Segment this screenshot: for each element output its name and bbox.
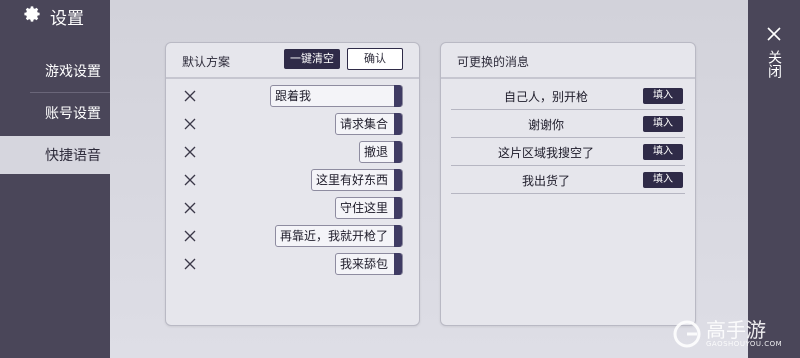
watermark-text: 高手游 [706, 318, 766, 342]
slot-pill[interactable]: 再靠近，我就开枪了 [274, 225, 403, 247]
remove-icon[interactable] [182, 200, 198, 216]
default-scheme-panel: 默认方案 一键清空 确认 跟着我 请求集合 撤退 这里有好东西 守住这里 再靠近… [165, 42, 420, 326]
replaceable-messages-panel: 可更换的消息 自己人，别开枪 填入 谢谢你 填入 这片区域我搜空了 填入 我出货… [440, 42, 696, 326]
close-icon[interactable] [766, 26, 782, 42]
sidebar-divider [30, 92, 110, 93]
remove-icon[interactable] [182, 116, 198, 132]
settings-title: 设置 [22, 3, 84, 29]
message-text: 自己人，别开枪 [503, 90, 588, 104]
sidebar-item-label: 快捷语音 [45, 148, 101, 164]
settings-title-label: 设置 [50, 8, 84, 29]
clear-all-button[interactable]: 一键清空 [284, 49, 340, 69]
watermark-subtext: GAOSHOUYOU.COM [706, 340, 783, 348]
slot-row: 守住这里 [166, 197, 419, 219]
message-row: 自己人，别开枪 填入 [451, 83, 685, 110]
message-row: 这片区域我搜空了 填入 [451, 139, 685, 166]
panel-header: 可更换的消息 [441, 43, 695, 79]
slot-row: 请求集合 [166, 113, 419, 135]
panel-header: 默认方案 一键清空 确认 [166, 43, 419, 79]
slot-pill[interactable]: 跟着我 [270, 85, 403, 107]
message-text: 这片区域我搜空了 [497, 146, 594, 160]
sidebar: 设置 游戏设置 账号设置 快捷语音 [0, 0, 110, 358]
gear-icon [22, 4, 42, 29]
slot-pill[interactable]: 这里有好东西 [310, 169, 403, 191]
remove-icon[interactable] [182, 144, 198, 160]
message-text: 我出货了 [521, 174, 570, 188]
close-button[interactable]: 关闭 [764, 50, 784, 78]
fill-button[interactable]: 填入 [643, 144, 683, 160]
sidebar-item-label: 游戏设置 [45, 64, 101, 80]
sidebar-item-quick-voice[interactable]: 快捷语音 [0, 136, 110, 174]
confirm-button[interactable]: 确认 [347, 48, 403, 70]
remove-icon[interactable] [182, 228, 198, 244]
message-text: 谢谢你 [527, 118, 564, 132]
sidebar-item-label: 账号设置 [45, 106, 101, 122]
watermark-logo: 高手游 GAOSHOUYOU.COM [672, 312, 798, 356]
watermark-icon [673, 320, 701, 348]
slot-pill[interactable]: 撤退 [358, 141, 403, 163]
close-bar: 关闭 [748, 0, 800, 358]
remove-icon[interactable] [182, 172, 198, 188]
slot-row: 撤退 [166, 141, 419, 163]
remove-icon[interactable] [182, 88, 198, 104]
fill-button[interactable]: 填入 [643, 172, 683, 188]
slot-row: 再靠近，我就开枪了 [166, 225, 419, 247]
panel-title: 默认方案 [182, 55, 231, 69]
slot-row: 我来舔包 [166, 253, 419, 275]
panel-title: 可更换的消息 [457, 55, 530, 69]
slot-pill[interactable]: 守住这里 [334, 197, 403, 219]
message-row: 我出货了 填入 [451, 167, 685, 194]
remove-icon[interactable] [182, 256, 198, 272]
fill-button[interactable]: 填入 [643, 116, 683, 132]
slot-pill[interactable]: 我来舔包 [334, 253, 403, 275]
watermark-text-group: 高手游 GAOSHOUYOU.COM [706, 320, 782, 348]
message-row: 谢谢你 填入 [451, 111, 685, 138]
slot-row: 这里有好东西 [166, 169, 419, 191]
sidebar-item-game-settings[interactable]: 游戏设置 [0, 52, 110, 90]
slot-pill[interactable]: 请求集合 [334, 113, 403, 135]
fill-button[interactable]: 填入 [643, 88, 683, 104]
slot-row: 跟着我 [166, 85, 419, 107]
sidebar-item-account-settings[interactable]: 账号设置 [0, 94, 110, 132]
